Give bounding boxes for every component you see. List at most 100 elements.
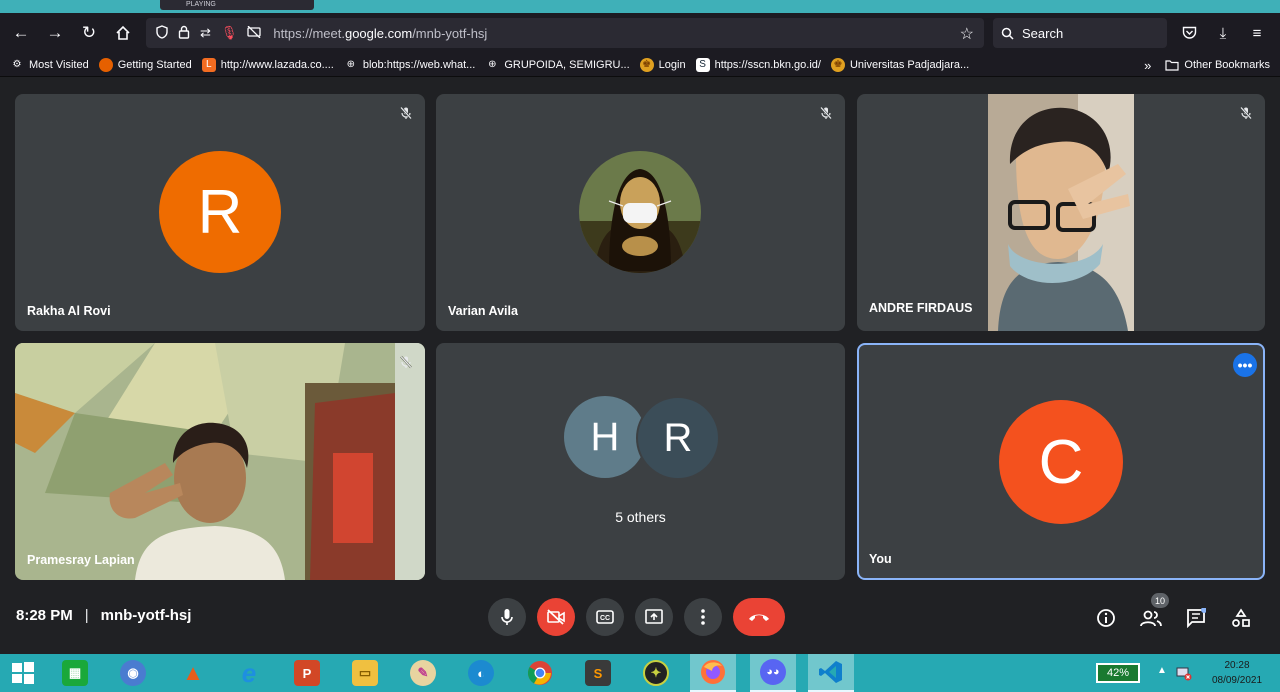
permissions-icon[interactable]: ⇄ — [200, 25, 211, 41]
matlab-icon: ▲ — [182, 660, 204, 685]
chat-icon — [1187, 608, 1206, 628]
shield-icon[interactable] — [156, 24, 168, 42]
taskbar-sublime[interactable]: S — [575, 654, 621, 692]
compass-icon: ✦ — [643, 660, 669, 686]
bookmark-unpad[interactable]: ♚ Universitas Padjadjara... — [830, 57, 970, 72]
taskbar-vscode[interactable] — [808, 654, 854, 692]
taskbar-discord[interactable]: ◕◕ — [750, 654, 796, 692]
taskbar-ie[interactable]: e — [226, 654, 272, 692]
bookmark-sscn[interactable]: Shttps://sscn.bkn.go.id/ — [695, 57, 821, 72]
taskbar-firefox[interactable] — [690, 654, 736, 692]
taskbar-paint[interactable]: ✎ — [400, 654, 446, 692]
taskbar-app[interactable]: ✦ — [633, 654, 679, 692]
bookmarks-bar: ⚙ Most Visited Getting Started Lhttp://ww… — [0, 53, 1280, 77]
participant-name: Pramesray Lapian — [27, 553, 135, 567]
bookmark-lazada[interactable]: Lhttp://www.lazada.co.... — [201, 57, 334, 72]
browser-icon: ◉ — [120, 660, 146, 686]
url-domain: google.com — [344, 25, 413, 41]
taskbar-chrome[interactable] — [517, 654, 563, 692]
camera-button[interactable] — [537, 598, 575, 636]
participant-name: Rakha Al Rovi — [27, 304, 111, 318]
battery-percent: 42% — [1106, 667, 1130, 679]
present-button[interactable] — [635, 598, 673, 636]
bookmark-star-icon[interactable]: ☆ — [960, 24, 974, 44]
participant-tile[interactable]: R Rakha Al Rovi — [15, 94, 425, 331]
bookmark-grupoida[interactable]: ⊕ GRUPOIDA, SEMIGRU... — [485, 58, 630, 72]
system-clock[interactable]: 20:28 08/09/2021 — [1198, 658, 1276, 688]
activities-button[interactable] — [1227, 604, 1255, 632]
firefox-icon — [98, 57, 113, 72]
more-vert-icon — [701, 609, 705, 625]
taskbar-matlab[interactable]: ▲ — [170, 654, 216, 692]
avatar: R — [636, 396, 720, 480]
playing-tab[interactable]: PLAYING — [160, 0, 314, 10]
bookmark-getting-started[interactable]: Getting Started — [98, 57, 192, 72]
start-button[interactable] — [0, 654, 46, 692]
url-path: /mnb-yotf-hsj — [412, 25, 488, 41]
taskbar-store[interactable]: ▦ — [52, 654, 98, 692]
clock-date: 08/09/2021 — [1211, 675, 1263, 686]
vscode-icon — [819, 661, 842, 683]
battery-indicator[interactable]: 42% — [1096, 663, 1140, 683]
avatar: C — [999, 400, 1123, 524]
microphone-button[interactable] — [488, 598, 526, 636]
bookmark-whatsapp-blob[interactable]: ⊕ blob:https://web.what... — [344, 58, 476, 72]
crown-icon: ♚ — [639, 57, 654, 72]
participant-tile[interactable]: Pramesray Lapian — [15, 343, 425, 580]
meeting-controls-bar: 8:28 PM | mnb-yotf-hsj CC 10 — [0, 590, 1280, 650]
taskbar-chrome-alt[interactable]: ◉ — [110, 654, 156, 692]
avatar: H — [564, 396, 646, 478]
reload-icon[interactable]: ↻ — [72, 17, 106, 49]
taskbar-powerpoint[interactable]: P — [284, 654, 330, 692]
globe-icon: ⊕ — [488, 59, 497, 70]
captions-button[interactable]: CC — [586, 598, 624, 636]
divider: | — [84, 607, 89, 624]
url-prefix: https://meet. — [273, 25, 345, 41]
lock-icon[interactable] — [178, 25, 190, 42]
windows-taskbar: ▦ ◉ ▲ e P ▭ ✎ ◐ S ✦ ◕◕ 42% ▲ 20:28 08/09… — [0, 654, 1280, 692]
mic-off-icon — [395, 102, 417, 124]
mic-off-icon — [395, 351, 417, 373]
chat-button[interactable] — [1182, 604, 1210, 632]
url-bar[interactable]: ⇄ 🎙 https://meet.google.com/mnb-yotf-hsj… — [146, 18, 984, 48]
meeting-details-button[interactable] — [1092, 604, 1120, 632]
more-options-icon[interactable]: ••• — [1233, 353, 1257, 377]
participant-tile[interactable]: ANDRE FIRDAUS — [857, 94, 1265, 331]
bookmark-label: Universitas Padjadjara... — [849, 58, 970, 71]
search-icon — [1001, 27, 1014, 40]
camera-blocked-icon[interactable] — [247, 25, 262, 41]
taskbar-explorer[interactable]: ▭ — [342, 654, 388, 692]
home-icon[interactable] — [106, 17, 140, 49]
store-icon: ▦ — [62, 660, 88, 686]
leave-call-button[interactable] — [733, 598, 785, 636]
participant-tile[interactable]: Varian Avila — [436, 94, 845, 331]
network-icon[interactable] — [1176, 665, 1192, 681]
others-tile[interactable]: H R 5 others — [436, 343, 845, 580]
bookmark-most-visited[interactable]: ⚙ Most Visited — [10, 58, 89, 72]
more-options-button[interactable] — [684, 598, 722, 636]
bookmark-label: https://sscn.bkn.go.id/ — [714, 58, 821, 71]
search-placeholder: Search — [1022, 25, 1064, 41]
taskbar-edge[interactable]: ◐ — [458, 654, 504, 692]
download-icon[interactable]: ⤓ — [1206, 18, 1240, 48]
forward-icon[interactable]: → — [38, 17, 72, 49]
other-bookmarks[interactable]: Other Bookmarks — [1184, 59, 1270, 71]
microphone-blocked-icon[interactable]: 🎙 — [221, 25, 238, 41]
chevron-right-icon[interactable]: » — [1144, 58, 1151, 73]
chevron-up-icon[interactable]: ▲ — [1157, 665, 1167, 676]
bookmark-login[interactable]: ♚ Login — [639, 57, 686, 72]
lazada-icon: L — [201, 57, 216, 72]
menu-icon[interactable]: ≡ — [1240, 18, 1274, 48]
self-tile[interactable]: ••• C You — [857, 343, 1265, 580]
search-input[interactable]: Search — [993, 18, 1167, 48]
people-button[interactable]: 10 — [1137, 593, 1169, 632]
bookmark-label: Getting Started — [117, 58, 192, 71]
meeting-details: 8:28 PM | mnb-yotf-hsj — [16, 607, 191, 624]
bookmark-label: Login — [658, 58, 686, 71]
pocket-icon[interactable] — [1172, 18, 1206, 48]
sublime-icon: S — [585, 660, 611, 686]
powerpoint-icon: P — [294, 660, 320, 686]
people-count-badge: 10 — [1151, 593, 1169, 608]
back-icon[interactable]: ← — [4, 17, 38, 49]
edge-icon: ◐ — [468, 660, 494, 686]
